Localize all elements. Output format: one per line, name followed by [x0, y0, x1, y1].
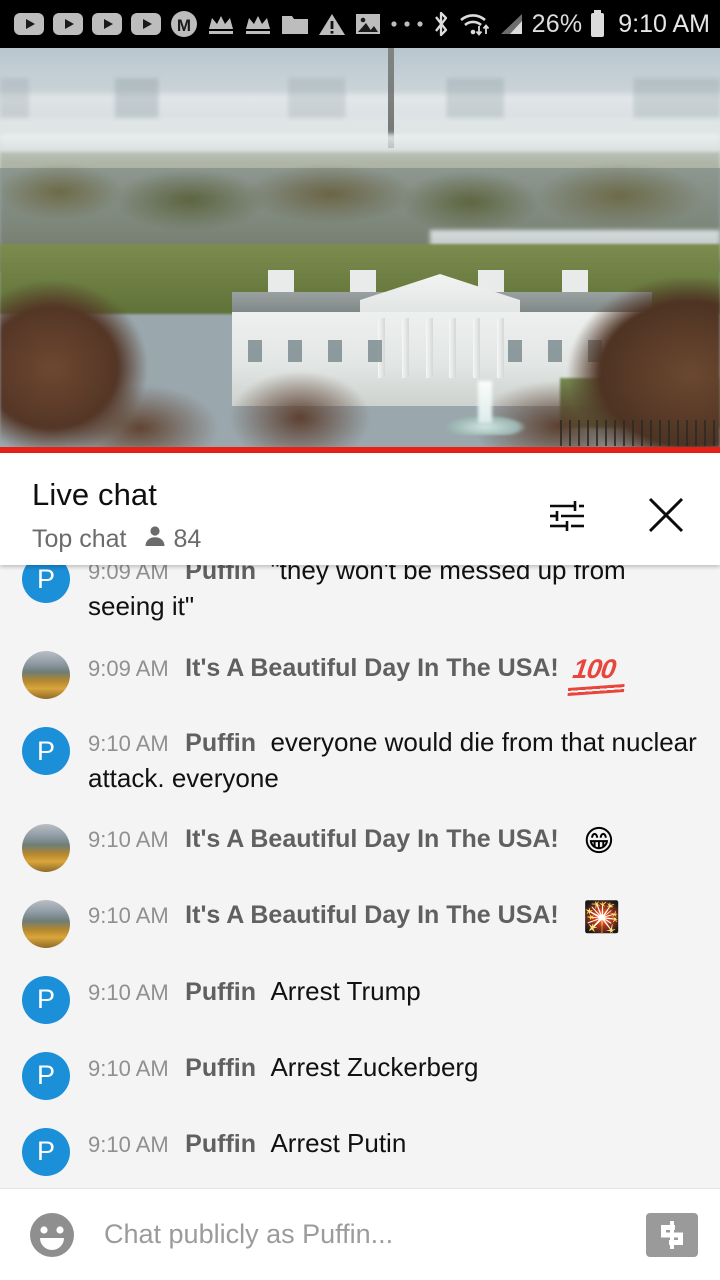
avatar[interactable]: P	[22, 975, 70, 1024]
message-time: 9:10 AM	[88, 826, 169, 852]
close-icon[interactable]	[642, 491, 690, 539]
avatar[interactable]: P	[22, 727, 70, 776]
youtube-play-icon-1	[14, 13, 44, 35]
youtube-play-icon-3	[92, 13, 122, 35]
table-row[interactable]: 9:10 AM It's A Beautiful Day In The USA!…	[0, 809, 720, 885]
avatar[interactable]	[22, 899, 70, 948]
dollar-superchat-icon[interactable]	[646, 1212, 698, 1257]
chat-subtitle-row: Top chat 84	[32, 524, 542, 555]
message-body: 9:10 AM Puffin Arrest Putin	[88, 1126, 702, 1162]
viewer-count-group: 84	[143, 524, 202, 555]
image-icon	[355, 12, 381, 36]
avatar[interactable]: P	[22, 1051, 70, 1100]
avatar[interactable]: P	[22, 1127, 70, 1176]
message-time: 9:10 AM	[88, 731, 169, 757]
avatar[interactable]	[22, 823, 70, 872]
chat-mode-label[interactable]: Top chat	[32, 525, 127, 554]
chat-message-list[interactable]: P 9:09 AM Puffin "they won't be messed u…	[0, 553, 720, 1188]
table-row[interactable]: P 9:10 AM Puffin Arrest Trump	[0, 961, 720, 1037]
message-body: 9:09 AM It's A Beautiful Day In The USA!…	[88, 649, 702, 686]
chat-header-actions	[542, 491, 698, 539]
video-fountain	[430, 393, 540, 435]
video-city-skyline	[0, 78, 720, 118]
table-row[interactable]: 9:09 AM It's A Beautiful Day In The USA!…	[0, 636, 720, 712]
svg-text:M: M	[177, 16, 191, 35]
message-time: 9:10 AM	[88, 1131, 169, 1157]
message-author[interactable]: It's A Beautiful Day In The USA!	[185, 825, 559, 853]
crown-icon-2	[244, 13, 272, 35]
message-text: Arrest Putin	[270, 1127, 407, 1158]
status-bar-clock: 9:10 AM	[618, 9, 710, 38]
grinning-face-emoji: 😁	[583, 824, 615, 858]
live-video-player[interactable]	[0, 48, 720, 447]
message-author[interactable]: It's A Beautiful Day In The USA!	[185, 654, 559, 682]
message-author[interactable]: Puffin	[185, 1130, 256, 1158]
tune-sliders-icon[interactable]	[542, 491, 590, 539]
message-author[interactable]: Puffin	[185, 729, 256, 757]
message-time: 9:09 AM	[88, 656, 169, 682]
table-row[interactable]: 9:10 AM It's A Beautiful Day In The USA!…	[0, 885, 720, 961]
message-body: 9:10 AM Puffin Arrest Zuckerberg	[88, 1050, 702, 1086]
video-monument-pole	[388, 48, 394, 148]
m-circle-icon: M	[170, 10, 198, 38]
message-time: 9:10 AM	[88, 1055, 169, 1081]
warning-triangle-icon	[318, 12, 346, 36]
message-author[interactable]: Puffin	[185, 1054, 256, 1082]
cell-signal-icon	[499, 11, 525, 37]
youtube-play-icon-4	[131, 13, 161, 35]
viewer-count-label: 84	[173, 524, 202, 553]
bluetooth-icon	[431, 9, 451, 39]
battery-icon	[589, 10, 606, 38]
folder-icon	[281, 12, 309, 36]
avatar[interactable]	[22, 651, 70, 700]
hundred-points-emoji: 100	[571, 651, 618, 687]
youtube-live-chat-screen: M 26% 9:10 AM Live chat Top chat 84 P 9:…	[0, 0, 720, 1280]
table-row[interactable]: P 9:10 AM Puffin everyone would die from…	[0, 712, 720, 808]
status-bar: M 26% 9:10 AM	[0, 0, 720, 48]
chat-input[interactable]	[104, 1219, 646, 1250]
message-body: 9:10 AM It's A Beautiful Day In The USA!…	[88, 822, 702, 862]
more-dots-icon	[390, 19, 424, 29]
message-time: 9:10 AM	[88, 979, 169, 1005]
table-row[interactable]: P 9:10 AM Puffin Arrest Putin	[0, 1113, 720, 1188]
chat-composer	[0, 1188, 720, 1280]
battery-percent-label: 26%	[531, 9, 583, 38]
status-bar-system-icons: 26% 9:10 AM	[431, 9, 710, 39]
message-author[interactable]: It's A Beautiful Day In The USA!	[185, 901, 559, 929]
wifi-icon	[458, 10, 492, 38]
message-body: 9:10 AM Puffin everyone would die from t…	[88, 725, 702, 795]
chat-title: Live chat	[32, 477, 157, 512]
table-row[interactable]: P 9:09 AM Puffin "they won't be messed u…	[0, 553, 720, 636]
message-body: 9:10 AM Puffin Arrest Trump	[88, 974, 702, 1010]
sparkler-fireworks-emoji: 🎇	[583, 900, 621, 934]
live-chat-header: Live chat Top chat 84	[0, 453, 720, 565]
message-text: everyone would die from that nuclear att…	[88, 727, 697, 793]
person-icon	[143, 524, 167, 555]
message-author[interactable]: Puffin	[185, 978, 256, 1006]
crown-icon-1	[207, 13, 235, 35]
smiley-icon[interactable]	[26, 1209, 78, 1261]
status-bar-notification-icons: M	[14, 10, 431, 38]
message-body: 9:10 AM It's A Beautiful Day In The USA!…	[88, 898, 702, 938]
message-text: Arrest Trump	[270, 975, 421, 1006]
chat-header-titles: Live chat Top chat 84	[32, 477, 542, 555]
message-time: 9:10 AM	[88, 902, 169, 928]
video-fence	[560, 420, 720, 446]
message-text: Arrest Zuckerberg	[270, 1051, 479, 1082]
youtube-play-icon-2	[53, 13, 83, 35]
table-row[interactable]: P 9:10 AM Puffin Arrest Zuckerberg	[0, 1037, 720, 1113]
